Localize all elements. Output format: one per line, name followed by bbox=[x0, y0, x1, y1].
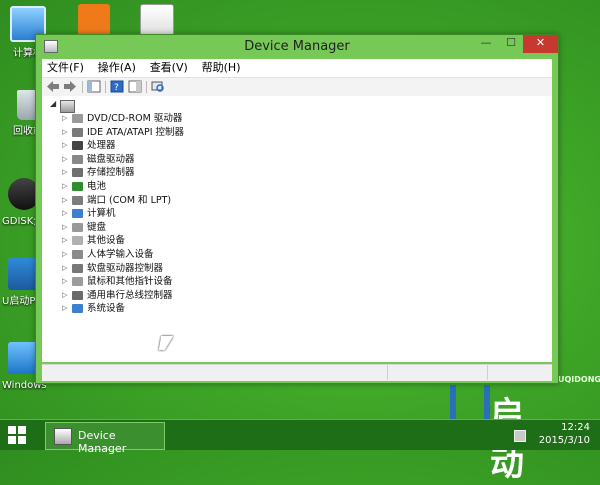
status-bar bbox=[42, 364, 552, 381]
usb-controller-icon bbox=[72, 290, 83, 300]
menu-bar: 文件(F) 操作(A) 查看(V) 帮助(H) bbox=[42, 59, 552, 77]
expand-arrow-icon[interactable]: ▷ bbox=[62, 221, 70, 235]
device-category-label: 键盘 bbox=[87, 221, 107, 233]
windows-logo-icon bbox=[18, 436, 26, 444]
device-category-label: DVD/CD-ROM 驱动器 bbox=[87, 113, 183, 124]
expand-arrow-icon[interactable]: ▷ bbox=[62, 302, 70, 316]
taskbar: Device Manager 12:24 2015/3/10 bbox=[0, 419, 600, 455]
mouse-icon bbox=[72, 277, 83, 287]
menu-file[interactable]: 文件(F) bbox=[42, 59, 89, 77]
toolbar-separator bbox=[82, 81, 83, 93]
device-category-label: 人体学输入设备 bbox=[87, 248, 154, 260]
device-category-label: 通用串行总线控制器 bbox=[87, 289, 173, 301]
windows-logo-icon bbox=[18, 426, 26, 434]
title-bar[interactable]: Device Manager — ☐ ✕ bbox=[36, 35, 558, 57]
device-category-label: 电池 bbox=[87, 180, 107, 192]
clock-time[interactable]: 12:24 bbox=[561, 422, 590, 433]
clock-date[interactable]: 2015/3/10 bbox=[539, 435, 590, 446]
device-category-label: 磁盘驱动器 bbox=[87, 153, 135, 165]
status-cell bbox=[42, 365, 388, 380]
maximize-button[interactable]: ☐ bbox=[499, 35, 523, 53]
system-tray: 12:24 2015/3/10 bbox=[500, 420, 600, 450]
brand-url: UQIDONG.COM bbox=[558, 375, 600, 384]
expand-arrow-icon[interactable]: ▷ bbox=[62, 194, 70, 208]
device-category-label: 存储控制器 bbox=[87, 167, 135, 179]
mouse-cursor-icon bbox=[158, 336, 174, 350]
battery-icon bbox=[72, 181, 83, 191]
device-category-label: 软盘驱动器控制器 bbox=[87, 262, 164, 274]
expand-arrow-icon[interactable]: ▷ bbox=[62, 126, 70, 140]
status-cell bbox=[387, 365, 488, 380]
dvd-drive-icon bbox=[72, 114, 83, 123]
expand-arrow-icon[interactable]: ▷ bbox=[62, 207, 70, 221]
collapse-arrow-icon[interactable]: ◢ bbox=[50, 99, 56, 108]
close-button[interactable]: ✕ bbox=[523, 35, 558, 53]
toolbar-separator bbox=[146, 81, 147, 93]
device-tree-pane[interactable]: ◢ ▷ DVD/CD-ROM 驱动器 ▷ IDE ATA/ATAPI 控制器 ▷ 处理器 ▷… bbox=[42, 96, 552, 362]
device-manager-icon bbox=[54, 428, 72, 445]
hid-icon bbox=[72, 249, 83, 259]
expand-arrow-icon[interactable]: ▷ bbox=[62, 275, 70, 289]
disk-drive-icon bbox=[72, 154, 83, 164]
device-category-label: 处理器 bbox=[87, 140, 116, 152]
other-devices-icon bbox=[72, 236, 83, 246]
orange-g-icon bbox=[78, 4, 110, 36]
device-category-label: 鼠标和其他指针设备 bbox=[87, 276, 173, 288]
windows-logo-icon bbox=[8, 426, 16, 434]
back-arrow-icon[interactable] bbox=[46, 80, 60, 93]
device-category-label: 其他设备 bbox=[87, 235, 126, 247]
forward-arrow-icon[interactable] bbox=[63, 80, 77, 93]
network-flag-icon[interactable] bbox=[514, 430, 526, 442]
expand-arrow-icon[interactable]: ▷ bbox=[62, 248, 70, 262]
expand-arrow-icon[interactable]: ▷ bbox=[62, 289, 70, 303]
scan-hardware-icon[interactable] bbox=[151, 80, 165, 93]
expand-arrow-icon[interactable]: ▷ bbox=[62, 112, 70, 126]
device-manager-window: Device Manager — ☐ ✕ 文件(F) 操作(A) 查看(V) 帮… bbox=[35, 34, 559, 384]
expand-arrow-icon[interactable]: ▷ bbox=[62, 262, 70, 276]
action-pane-icon[interactable] bbox=[128, 80, 142, 93]
floppy-controller-icon bbox=[72, 263, 83, 273]
processor-icon bbox=[72, 141, 83, 151]
minimize-button[interactable]: — bbox=[474, 35, 498, 53]
expand-arrow-icon[interactable]: ▷ bbox=[62, 139, 70, 153]
start-button[interactable] bbox=[8, 426, 26, 444]
system-devices-icon bbox=[72, 304, 83, 314]
device-category-label: 端口 (COM 和 LPT) bbox=[87, 194, 172, 206]
properties-icon[interactable]: ? bbox=[110, 80, 124, 93]
desktop-icon-orange-app[interactable] bbox=[72, 4, 116, 38]
menu-view[interactable]: 查看(V) bbox=[145, 59, 193, 77]
menu-action[interactable]: 操作(A) bbox=[93, 59, 141, 77]
show-hide-console-tree-icon[interactable] bbox=[87, 80, 101, 93]
device-category-label: 系统设备 bbox=[87, 303, 126, 315]
storage-controller-icon bbox=[72, 168, 83, 178]
windows-logo-icon bbox=[8, 436, 16, 444]
toolkit-icon bbox=[140, 4, 174, 38]
keyboard-icon bbox=[72, 222, 83, 232]
expand-arrow-icon[interactable]: ▷ bbox=[62, 153, 70, 167]
taskbar-item-device-manager[interactable]: Device Manager bbox=[45, 422, 165, 455]
taskbar-item-label: Device Manager bbox=[78, 429, 127, 455]
device-category-label: 计算机 bbox=[87, 208, 116, 220]
ide-controller-icon bbox=[72, 127, 83, 137]
expand-arrow-icon[interactable]: ▷ bbox=[62, 180, 70, 194]
menu-help[interactable]: 帮助(H) bbox=[197, 59, 246, 77]
computer-icon bbox=[72, 209, 83, 219]
device-category-label: IDE ATA/ATAPI 控制器 bbox=[87, 126, 185, 138]
expand-arrow-icon[interactable]: ▷ bbox=[62, 166, 70, 180]
toolbar-separator bbox=[105, 81, 106, 93]
toolbar: ? bbox=[42, 77, 552, 97]
svg-text:?: ? bbox=[114, 83, 119, 93]
port-icon bbox=[72, 195, 83, 205]
expand-arrow-icon[interactable]: ▷ bbox=[62, 234, 70, 248]
